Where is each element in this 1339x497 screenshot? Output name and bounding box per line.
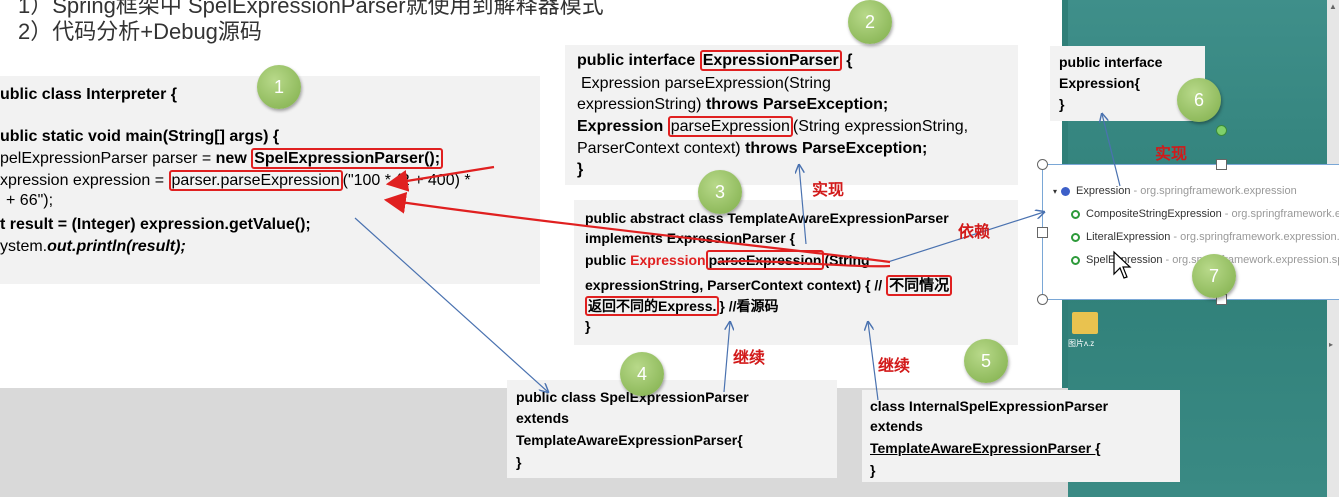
connector-arrows	[354, 0, 1121, 401]
label-implements: 实现	[812, 182, 845, 199]
arrow-internal-to-template	[868, 322, 879, 401]
badge-4: 4	[620, 352, 664, 396]
badge-5: 5	[964, 339, 1008, 383]
arrow-return-expression	[383, 191, 891, 264]
badge-7: 7	[1192, 254, 1236, 298]
arrow-parser-call	[385, 165, 495, 192]
label-implements-2: 实现	[1155, 146, 1188, 163]
arrow-red-tail	[717, 259, 891, 268]
arrow-interpreter-to-spel	[354, 217, 548, 392]
badge-3: 3	[698, 170, 742, 214]
badge-6: 6	[1177, 78, 1221, 122]
arrow-template-to-parser	[799, 165, 807, 245]
arrow-hierarchy-to-expression	[1102, 114, 1121, 187]
mouse-cursor-icon	[1113, 250, 1132, 279]
label-depends: 依赖	[958, 224, 991, 241]
label-inherits: 继续	[733, 350, 766, 367]
arrow-spel-to-template	[723, 322, 730, 393]
badge-2: 2	[848, 0, 892, 44]
badge-1: 1	[257, 65, 301, 109]
label-inherits-2: 继续	[878, 358, 911, 375]
